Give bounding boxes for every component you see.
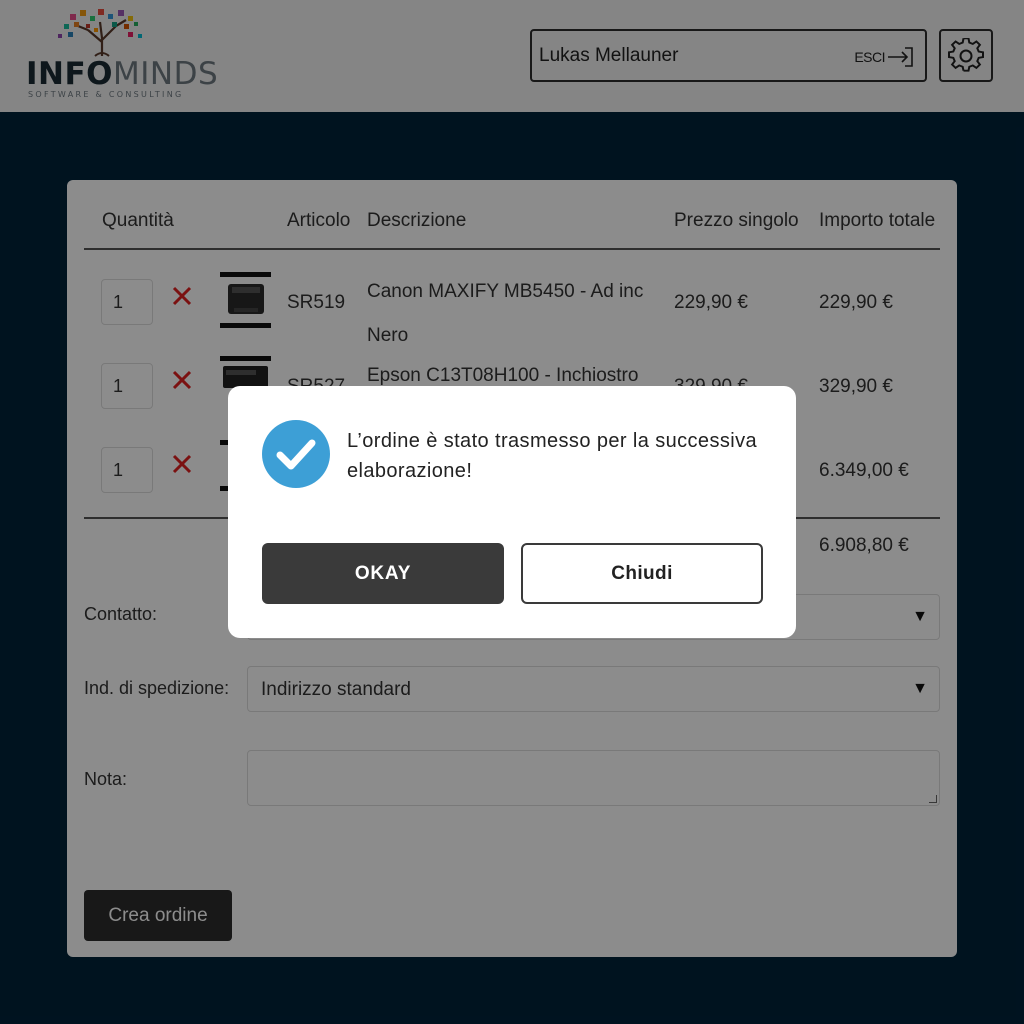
dialog-message: L’ordine è stato trasmesso per la succes… [347, 430, 758, 482]
check-circle-icon [262, 420, 330, 488]
close-button[interactable]: Chiudi [521, 543, 763, 604]
okay-button[interactable]: OKAY [262, 543, 504, 604]
confirmation-dialog: L’ordine è stato trasmesso per la succes… [228, 386, 796, 638]
